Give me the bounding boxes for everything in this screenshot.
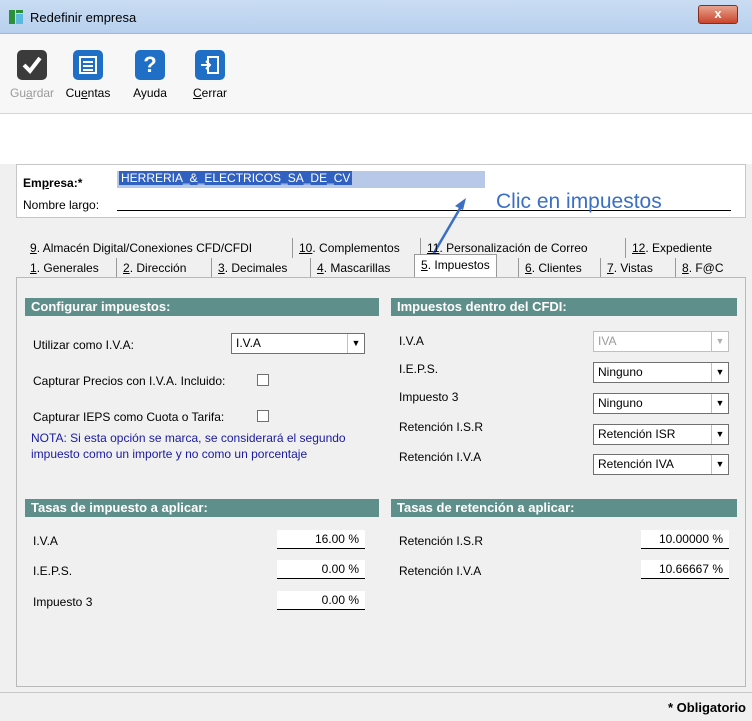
tasa-retencion-isr-label: Retención I.S.R: [399, 534, 484, 548]
cfdi-iva-value: IVA: [598, 334, 617, 348]
chevron-down-icon: ▼: [347, 334, 364, 353]
cfdi-retencion-iva-label: Retención I.V.A: [399, 450, 482, 464]
cfdi-retencion-isr-select[interactable]: Retención ISR ▼: [593, 424, 729, 445]
cfdi-retencion-iva-value: Retención IVA: [598, 457, 674, 471]
tasas-retencion-header: Tasas de retención a aplicar:: [391, 499, 737, 517]
tab-clientes[interactable]: 6. Clientes: [518, 258, 588, 278]
list-icon: [73, 50, 103, 80]
toolbar: Guardar Cuentas ? Ayuda Cerrar: [0, 34, 752, 114]
configurar-impuestos-header: Configurar impuestos:: [25, 298, 379, 316]
tab-almacen-digital[interactable]: 9. Almacén Digital/Conexiones CFD/CFDI: [24, 238, 258, 258]
tab-decimales[interactable]: 3. Decimales: [211, 258, 293, 278]
cfdi-ieps-select[interactable]: Ninguno ▼: [593, 362, 729, 383]
capturar-precios-label: Capturar Precios con I.V.A. Incluido:: [33, 374, 226, 388]
cfdi-impuesto3-select[interactable]: Ninguno ▼: [593, 393, 729, 414]
tab-vistas[interactable]: 7. Vistas: [600, 258, 659, 278]
window-title: Redefinir empresa: [30, 10, 137, 25]
tasa-retencion-iva-label: Retención I.V.A: [399, 564, 482, 578]
tasa-retencion-isr-field[interactable]: 10.00000 %: [641, 530, 729, 549]
tasa-iva-label: I.V.A: [33, 534, 58, 548]
tab-impuestos[interactable]: 5. Impuestos: [414, 254, 497, 278]
tasa-iva-field[interactable]: 16.00 %: [277, 530, 365, 549]
tab-complementos[interactable]: 10. Complementos: [292, 238, 406, 258]
cfdi-ieps-value: Ninguno: [598, 365, 643, 379]
tasa-retencion-iva-field[interactable]: 10.66667 %: [641, 560, 729, 579]
close-window-button[interactable]: x: [698, 5, 738, 24]
spacer-strip: [0, 114, 752, 164]
help-icon: ?: [135, 50, 165, 80]
empresa-field[interactable]: HERRERIA_&_ELECTRICOS_SA_DE_CV: [117, 171, 485, 188]
ayuda-button[interactable]: ? Ayuda: [126, 50, 174, 100]
cerrar-label: Cerrar: [192, 86, 227, 100]
chevron-down-icon: ▼: [711, 394, 728, 413]
cfdi-retencion-isr-value: Retención ISR: [598, 427, 676, 441]
empresa-label: Empresa:*: [23, 176, 83, 190]
tasa-ieps-label: I.E.P.S.: [33, 564, 73, 578]
utilizar-iva-label: Utilizar como I.V.A:: [33, 338, 134, 352]
cfdi-impuesto3-value: Ninguno: [598, 396, 643, 410]
cfdi-retencion-iva-select[interactable]: Retención IVA ▼: [593, 454, 729, 475]
capturar-ieps-checkbox[interactable]: [257, 410, 269, 422]
tab-fac[interactable]: 8. F@C: [675, 258, 730, 278]
cfdi-ieps-label: I.E.P.S.: [399, 362, 439, 376]
chevron-down-icon: ▼: [711, 455, 728, 474]
ayuda-label: Ayuda: [133, 86, 167, 100]
cfdi-iva-select[interactable]: IVA ▼: [593, 331, 729, 352]
utilizar-iva-select[interactable]: I.V.A ▼: [231, 333, 365, 354]
utilizar-iva-value: I.V.A: [236, 336, 261, 350]
impuestos-panel: Configurar impuestos: Utilizar como I.V.…: [16, 277, 746, 687]
cuentas-label: Cuentas: [65, 86, 111, 100]
annotation-text: Clic en impuestos: [496, 190, 662, 213]
chevron-down-icon: ▼: [711, 332, 728, 351]
capturar-ieps-label: Capturar IEPS como Cuota o Tarifa:: [33, 410, 225, 424]
tab-expediente[interactable]: 12. Expediente: [625, 238, 718, 258]
cfdi-retencion-isr-label: Retención I.S.R: [399, 420, 484, 434]
redefinir-empresa-window: Redefinir empresa x Guardar Cuentas ? Ay…: [0, 0, 752, 721]
app-icon: [9, 10, 23, 24]
tab-generales[interactable]: 1. Generales: [24, 258, 105, 278]
chevron-down-icon: ▼: [711, 425, 728, 444]
cuentas-button[interactable]: Cuentas: [60, 50, 116, 100]
cfdi-impuesto3-label: Impuesto 3: [399, 390, 459, 404]
tasa-impuesto3-label: Impuesto 3: [33, 595, 93, 609]
cfdi-header: Impuestos dentro del CFDI:: [391, 298, 737, 316]
tasa-ieps-field[interactable]: 0.00 %: [277, 560, 365, 579]
guardar-button[interactable]: Guardar: [10, 50, 54, 100]
title-bar: Redefinir empresa x: [0, 0, 752, 34]
tasas-impuesto-header: Tasas de impuesto a aplicar:: [25, 499, 379, 517]
tab-direccion[interactable]: 2. Dirección: [116, 258, 192, 278]
cerrar-button[interactable]: Cerrar: [186, 50, 234, 100]
footer-divider: [0, 692, 752, 693]
capturar-precios-checkbox[interactable]: [257, 374, 269, 386]
chevron-down-icon: ▼: [711, 363, 728, 382]
nota-text: NOTA: Si esta opción se marca, se consid…: [31, 431, 346, 461]
exit-door-icon: [195, 50, 225, 80]
guardar-label: Guardar: [10, 86, 55, 100]
tab-mascarillas[interactable]: 4. Mascarillas: [310, 258, 396, 278]
tasa-impuesto3-field[interactable]: 0.00 %: [277, 591, 365, 610]
empresa-value: HERRERIA_&_ELECTRICOS_SA_DE_CV: [119, 171, 353, 185]
nombre-largo-label: Nombre largo:: [23, 198, 100, 212]
obligatorio-note: * Obligatorio: [668, 700, 746, 715]
cfdi-iva-label: I.V.A: [399, 334, 424, 348]
checkmark-icon: [17, 50, 47, 80]
